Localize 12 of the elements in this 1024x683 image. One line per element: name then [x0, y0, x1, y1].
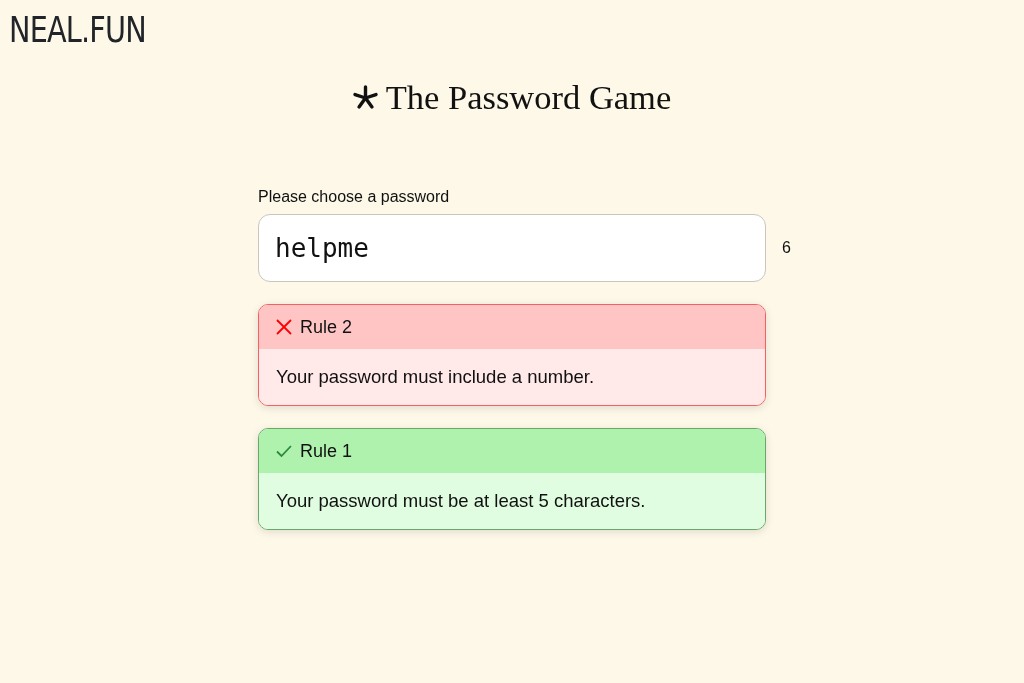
site-logo[interactable]: NEAL.FUN [0, 0, 146, 48]
rule-title: Rule 1 [300, 439, 353, 463]
rule-title: Rule 2 [300, 315, 353, 339]
character-count: 6 [782, 238, 791, 259]
rule-text: Your password must be at least 5 characters. [276, 489, 646, 514]
password-field[interactable]: helpme [258, 214, 766, 283]
field-label: Please choose a password [258, 186, 450, 207]
check-icon [276, 443, 292, 460]
page-title: The Password Game [385, 79, 672, 117]
cross-icon [276, 319, 292, 336]
rule-text: Your password must include a number. [276, 365, 595, 390]
asterisk-icon [352, 85, 378, 111]
